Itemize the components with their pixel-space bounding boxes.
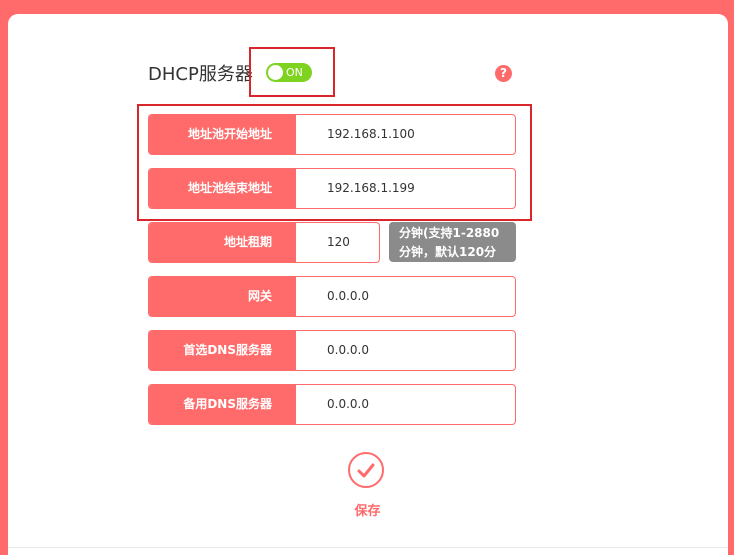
highlight-toggle (249, 47, 335, 97)
field-label: 首选DNS服务器 (149, 331, 296, 370)
lease-tip: 分钟(支持1-2880分钟，默认120分钟) (389, 222, 516, 278)
pool-start-input[interactable]: 192.168.1.100 (327, 115, 415, 154)
save-label[interactable]: 保存 (340, 500, 395, 519)
field-gateway: 网关 0.0.0.0 (148, 276, 516, 317)
field-primary-dns: 首选DNS服务器 0.0.0.0 (148, 330, 516, 371)
gateway-input[interactable]: 0.0.0.0 (327, 277, 369, 316)
pool-end-input[interactable]: 192.168.1.199 (327, 169, 415, 208)
save-button[interactable] (348, 452, 384, 488)
field-label: 地址池开始地址 (149, 115, 296, 154)
secondary-dns-input[interactable]: 0.0.0.0 (327, 385, 369, 424)
divider (8, 547, 728, 548)
field-label: 地址租期 (149, 223, 296, 262)
field-label: 网关 (149, 277, 296, 316)
field-label: 地址池结束地址 (149, 169, 296, 208)
help-icon[interactable]: ? (495, 65, 512, 82)
field-pool-start: 地址池开始地址 192.168.1.100 (148, 114, 516, 155)
dhcp-server-title: DHCP服务器 (148, 64, 253, 85)
primary-dns-input[interactable]: 0.0.0.0 (327, 331, 369, 370)
field-lease-time: 地址租期 120 (148, 222, 380, 263)
field-secondary-dns: 备用DNS服务器 0.0.0.0 (148, 384, 516, 425)
checkmark-icon (357, 463, 375, 478)
field-label: 备用DNS服务器 (149, 385, 296, 424)
lease-time-input[interactable]: 120 (327, 223, 350, 262)
field-pool-end: 地址池结束地址 192.168.1.199 (148, 168, 516, 209)
